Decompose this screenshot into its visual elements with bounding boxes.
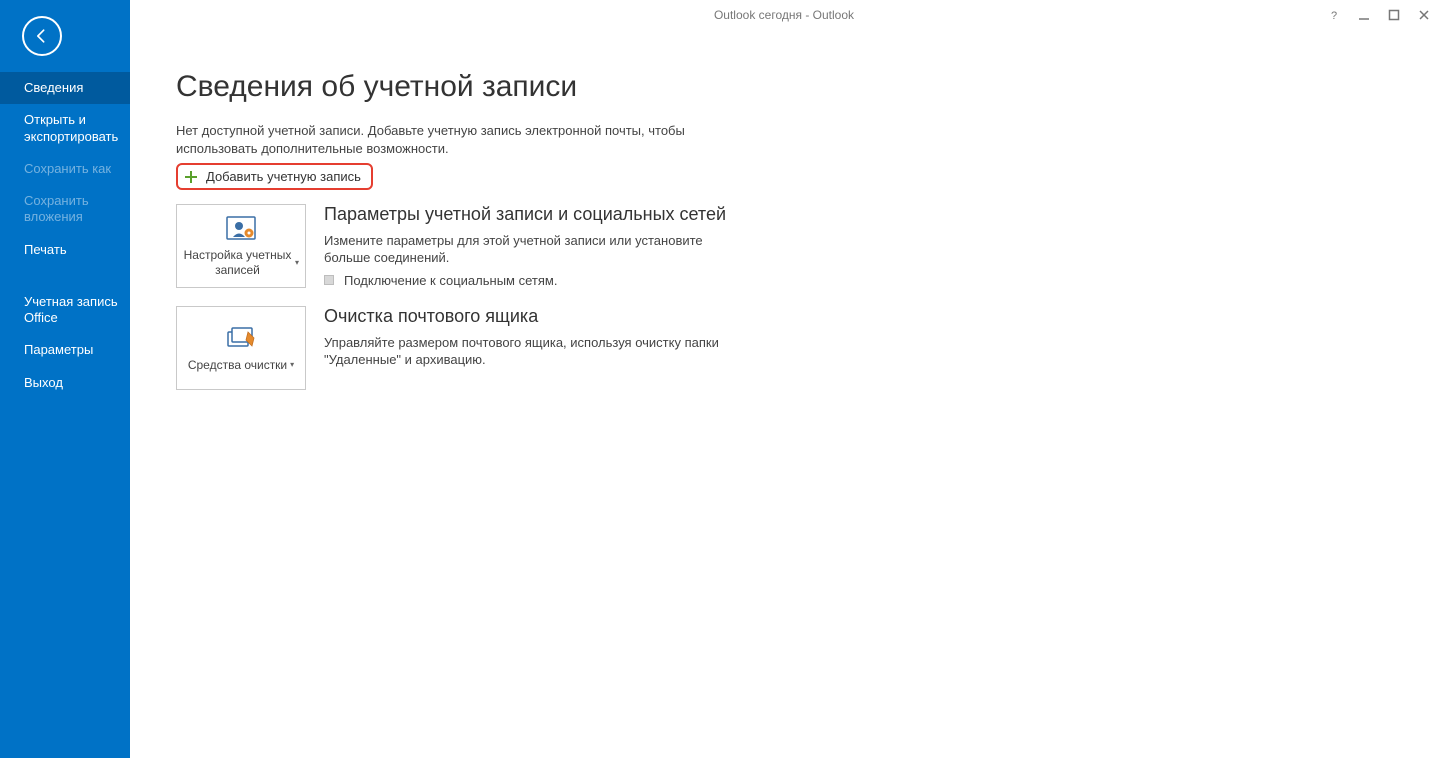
minimize-button[interactable] xyxy=(1356,7,1372,23)
svg-text:?: ? xyxy=(1331,10,1337,21)
cleanup-tools-icon xyxy=(224,324,258,352)
info-text: Нет доступной учетной записи. Добавьте у… xyxy=(176,122,736,157)
bullet-icon xyxy=(324,275,334,285)
plus-icon xyxy=(184,170,198,184)
nav-label: Печать xyxy=(24,242,67,257)
back-button[interactable] xyxy=(22,16,62,56)
nav-options[interactable]: Параметры xyxy=(0,334,130,366)
section-body: Очистка почтового ящика Управляйте разме… xyxy=(324,306,744,375)
chevron-down-icon: ▾ xyxy=(290,360,294,370)
main-area: Outlook сегодня - Outlook ? Сведения об … xyxy=(130,0,1438,758)
page-title: Сведения об учетной записи xyxy=(176,70,1030,104)
arrow-left-icon xyxy=(32,26,52,46)
add-account-button[interactable]: Добавить учетную запись xyxy=(176,163,373,190)
add-account-label: Добавить учетную запись xyxy=(206,169,361,184)
section-title: Очистка почтового ящика xyxy=(324,306,744,328)
bullet-text: Подключение к социальным сетям. xyxy=(344,273,557,288)
section-title: Параметры учетной записи и социальных се… xyxy=(324,204,744,226)
button-label: Настройка учетных записей xyxy=(183,248,292,278)
nav-print[interactable]: Печать xyxy=(0,234,130,266)
section-body: Параметры учетной записи и социальных се… xyxy=(324,204,744,288)
nav-open-export[interactable]: Открыть и экспортировать xyxy=(0,104,130,153)
nav-label: Параметры xyxy=(24,342,93,357)
nav-save-attachments: Сохранить вложения xyxy=(0,185,130,234)
bullet-row: Подключение к социальным сетям. xyxy=(324,273,744,288)
button-label: Средства очистки xyxy=(188,358,287,373)
nav-save-as: Сохранить как xyxy=(0,153,130,185)
chevron-down-icon: ▾ xyxy=(295,258,299,268)
help-icon: ? xyxy=(1328,9,1340,21)
nav-label: Открыть и экспортировать xyxy=(24,112,118,143)
nav-label: Сохранить вложения xyxy=(24,193,89,224)
nav-exit[interactable]: Выход xyxy=(0,367,130,399)
help-button[interactable]: ? xyxy=(1326,7,1342,23)
content: Сведения об учетной записи Нет доступной… xyxy=(130,30,1030,390)
nav-office-account[interactable]: Учетная запись Office xyxy=(0,286,130,335)
cleanup-tools-button[interactable]: Средства очистки ▾ xyxy=(176,306,306,390)
close-button[interactable] xyxy=(1416,7,1432,23)
title-bar: Outlook сегодня - Outlook ? xyxy=(130,0,1438,30)
nav-label: Сведения xyxy=(24,80,83,95)
account-settings-button[interactable]: Настройка учетных записей ▾ xyxy=(176,204,306,288)
section-desc: Управляйте размером почтового ящика, исп… xyxy=(324,334,744,369)
minimize-icon xyxy=(1358,9,1370,21)
backstage-sidebar: Сведения Открыть и экспортировать Сохран… xyxy=(0,0,130,758)
maximize-button[interactable] xyxy=(1386,7,1402,23)
nav-label: Сохранить как xyxy=(24,161,111,176)
account-settings-icon xyxy=(225,214,257,242)
close-icon xyxy=(1418,9,1430,21)
window-controls: ? xyxy=(1326,0,1432,30)
window-title: Outlook сегодня - Outlook xyxy=(714,8,854,22)
section-desc: Измените параметры для этой учетной запи… xyxy=(324,232,744,267)
maximize-icon xyxy=(1388,9,1400,21)
section-account-settings: Настройка учетных записей ▾ Параметры уч… xyxy=(176,204,1030,288)
nav-label: Учетная запись Office xyxy=(24,294,118,325)
nav-info[interactable]: Сведения xyxy=(0,72,130,104)
section-cleanup: Средства очистки ▾ Очистка почтового ящи… xyxy=(176,306,1030,390)
nav-label: Выход xyxy=(24,375,63,390)
